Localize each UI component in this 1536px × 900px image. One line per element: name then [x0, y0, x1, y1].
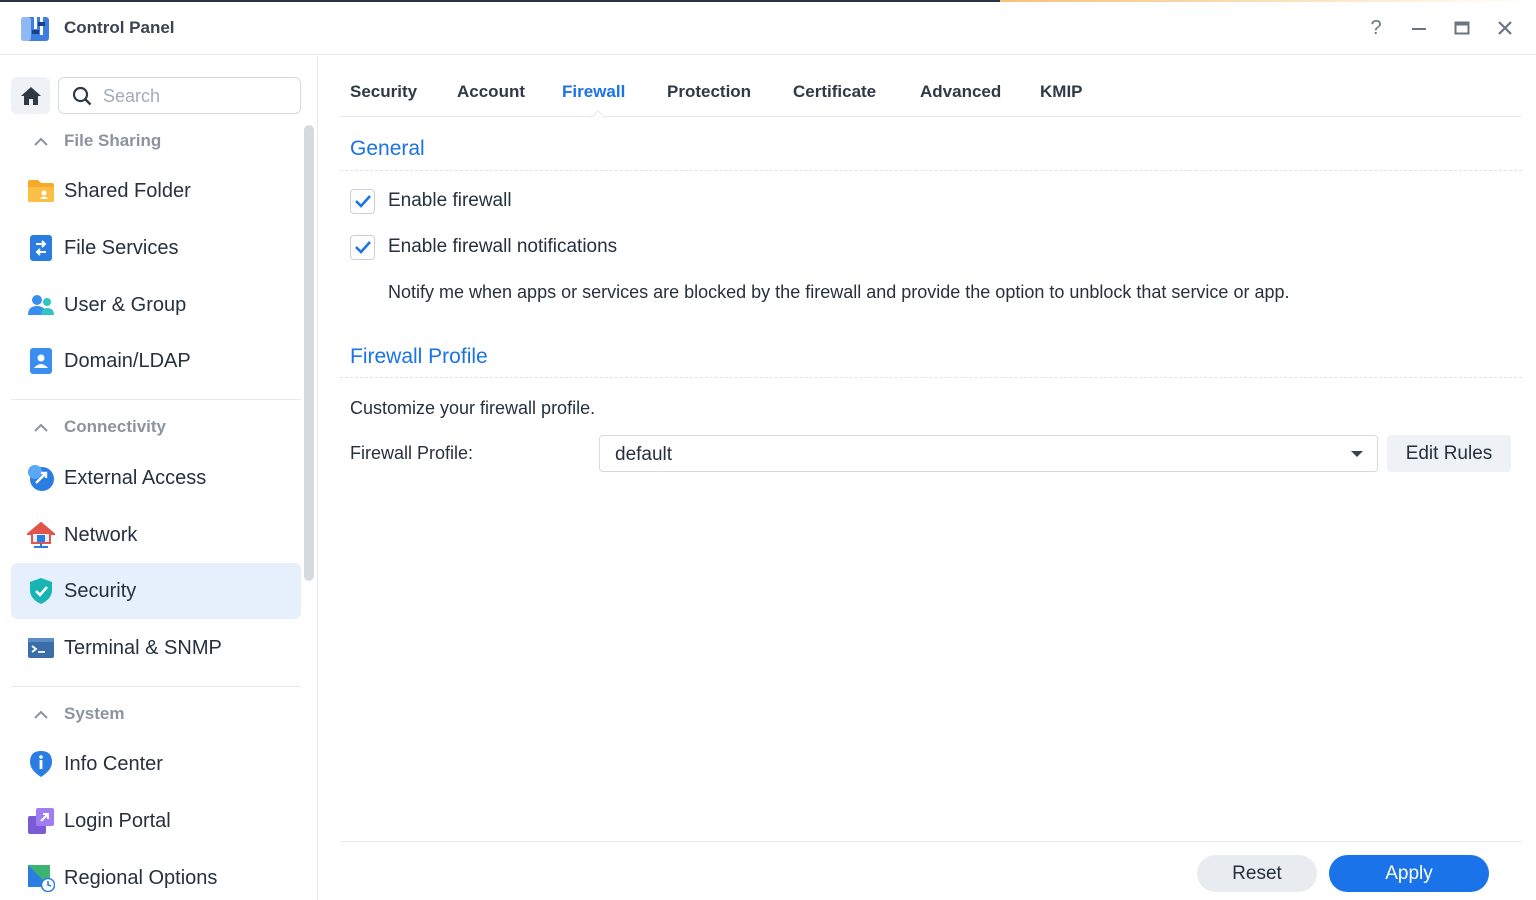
enable-firewall-label: Enable firewall — [388, 190, 512, 211]
firewall-profile-label: Firewall Profile: — [350, 443, 474, 463]
sidebar-item-user-group[interactable]: User & Group — [11, 277, 301, 333]
group-file-sharing[interactable]: File Sharing — [30, 130, 161, 152]
sidebar-item-regional-options[interactable]: Regional Options — [11, 850, 301, 900]
window-title: Control Panel — [64, 18, 175, 37]
enable-firewall-option[interactable]: Enable firewall — [350, 188, 512, 214]
section-divider — [340, 170, 1522, 171]
top-border-accent — [1000, 0, 1536, 2]
info-center-icon — [26, 749, 56, 779]
group-system[interactable]: System — [30, 703, 124, 725]
minimize-button[interactable] — [1405, 14, 1433, 42]
maximize-icon — [1454, 21, 1470, 35]
sidebar-item-external-access[interactable]: External Access — [11, 450, 301, 506]
sidebar-item-label: Login Portal — [64, 809, 171, 832]
sidebar-item-label: Security — [64, 579, 137, 602]
reset-button[interactable]: Reset — [1197, 855, 1317, 892]
close-icon — [1498, 21, 1512, 35]
enable-notifications-checkbox[interactable] — [350, 234, 375, 260]
network-icon — [26, 520, 56, 550]
enable-notifications-option[interactable]: Enable firewall notifications — [350, 234, 617, 260]
tab-protection[interactable]: Protection — [667, 82, 751, 102]
sidebar-item-terminal-snmp[interactable]: Terminal & SNMP — [11, 620, 301, 676]
notifications-description: Notify me when apps or services are bloc… — [388, 282, 1290, 302]
security-shield-icon — [26, 576, 56, 606]
file-services-icon — [26, 233, 56, 263]
terminal-icon — [26, 633, 56, 663]
active-tab-indicator — [591, 110, 605, 118]
login-portal-icon — [26, 806, 56, 836]
sidebar-divider — [11, 686, 301, 687]
home-icon — [20, 86, 41, 105]
maximize-button[interactable] — [1448, 14, 1476, 42]
firewall-profile-select[interactable]: default — [599, 435, 1378, 472]
sidebar-item-shared-folder[interactable]: Shared Folder — [11, 163, 301, 219]
search-box — [58, 77, 301, 114]
chevron-up-icon — [30, 710, 52, 719]
chevron-up-icon — [30, 137, 52, 146]
tab-account[interactable]: Account — [457, 82, 525, 102]
control-panel-icon — [21, 15, 49, 41]
title-bar: Control Panel ? — [0, 0, 1536, 55]
group-connectivity[interactable]: Connectivity — [30, 416, 166, 438]
help-icon: ? — [1370, 16, 1382, 39]
regional-options-icon — [26, 863, 56, 893]
help-button[interactable]: ? — [1362, 14, 1390, 42]
sidebar-divider — [11, 399, 301, 400]
sidebar-item-file-services[interactable]: File Services — [11, 220, 301, 276]
search-input[interactable] — [103, 84, 288, 108]
checkmark-icon — [354, 195, 371, 208]
sidebar-item-label: User & Group — [64, 293, 187, 316]
sidebar-item-security[interactable]: Security — [11, 563, 301, 619]
group-label: File Sharing — [64, 131, 162, 150]
search-icon — [72, 86, 92, 106]
sidebar-item-label: Regional Options — [64, 866, 218, 889]
sidebar-item-login-portal[interactable]: Login Portal — [11, 793, 301, 849]
user-group-icon — [26, 290, 56, 320]
group-label: Connectivity — [64, 417, 167, 436]
external-access-icon — [26, 463, 56, 493]
tab-firewall[interactable]: Firewall — [562, 82, 625, 102]
sidebar-item-info-center[interactable]: Info Center — [11, 736, 301, 792]
dropdown-arrow-icon — [1351, 451, 1363, 457]
profile-description: Customize your firewall profile. — [350, 398, 596, 418]
sidebar-scrollbar[interactable] — [304, 125, 314, 581]
enable-firewall-checkbox[interactable] — [350, 188, 375, 214]
sidebar-item-network[interactable]: Network — [11, 507, 301, 563]
tab-security[interactable]: Security — [350, 82, 417, 102]
enable-notifications-label: Enable firewall notifications — [388, 236, 618, 257]
close-button[interactable] — [1491, 14, 1519, 42]
sidebar-item-label: Info Center — [64, 752, 163, 775]
tab-bar: Security Account Firewall Protection Cer… — [340, 56, 1522, 118]
firewall-profile-value: default — [615, 444, 673, 465]
apply-button[interactable]: Apply — [1329, 855, 1489, 892]
minimize-icon — [1412, 28, 1426, 30]
sidebar-item-label: File Services — [64, 236, 179, 259]
top-border — [0, 0, 1000, 2]
section-title-firewall-profile: Firewall Profile — [350, 345, 488, 368]
sidebar-item-label: Network — [64, 523, 138, 546]
sidebar: File Sharing Shared Folder File Services… — [0, 56, 318, 900]
sidebar-item-label: Domain/LDAP — [64, 349, 191, 372]
group-label: System — [64, 704, 125, 723]
main-panel: Security Account Firewall Protection Cer… — [318, 56, 1536, 900]
tab-kmip[interactable]: KMIP — [1040, 82, 1083, 102]
sidebar-item-label: Terminal & SNMP — [64, 636, 222, 659]
section-title-general: General — [350, 137, 425, 160]
domain-ldap-icon — [26, 346, 56, 376]
tab-certificate[interactable]: Certificate — [793, 82, 876, 102]
shared-folder-icon — [26, 176, 56, 206]
home-button[interactable] — [11, 77, 50, 114]
sidebar-item-domain-ldap[interactable]: Domain/LDAP — [11, 333, 301, 389]
edit-rules-button[interactable]: Edit Rules — [1387, 435, 1511, 472]
chevron-up-icon — [30, 423, 52, 432]
footer-divider — [340, 841, 1522, 842]
sidebar-item-label: External Access — [64, 466, 207, 489]
section-divider — [340, 377, 1522, 378]
sidebar-item-label: Shared Folder — [64, 179, 191, 202]
tab-advanced[interactable]: Advanced — [920, 82, 1001, 102]
checkmark-icon — [354, 241, 371, 254]
